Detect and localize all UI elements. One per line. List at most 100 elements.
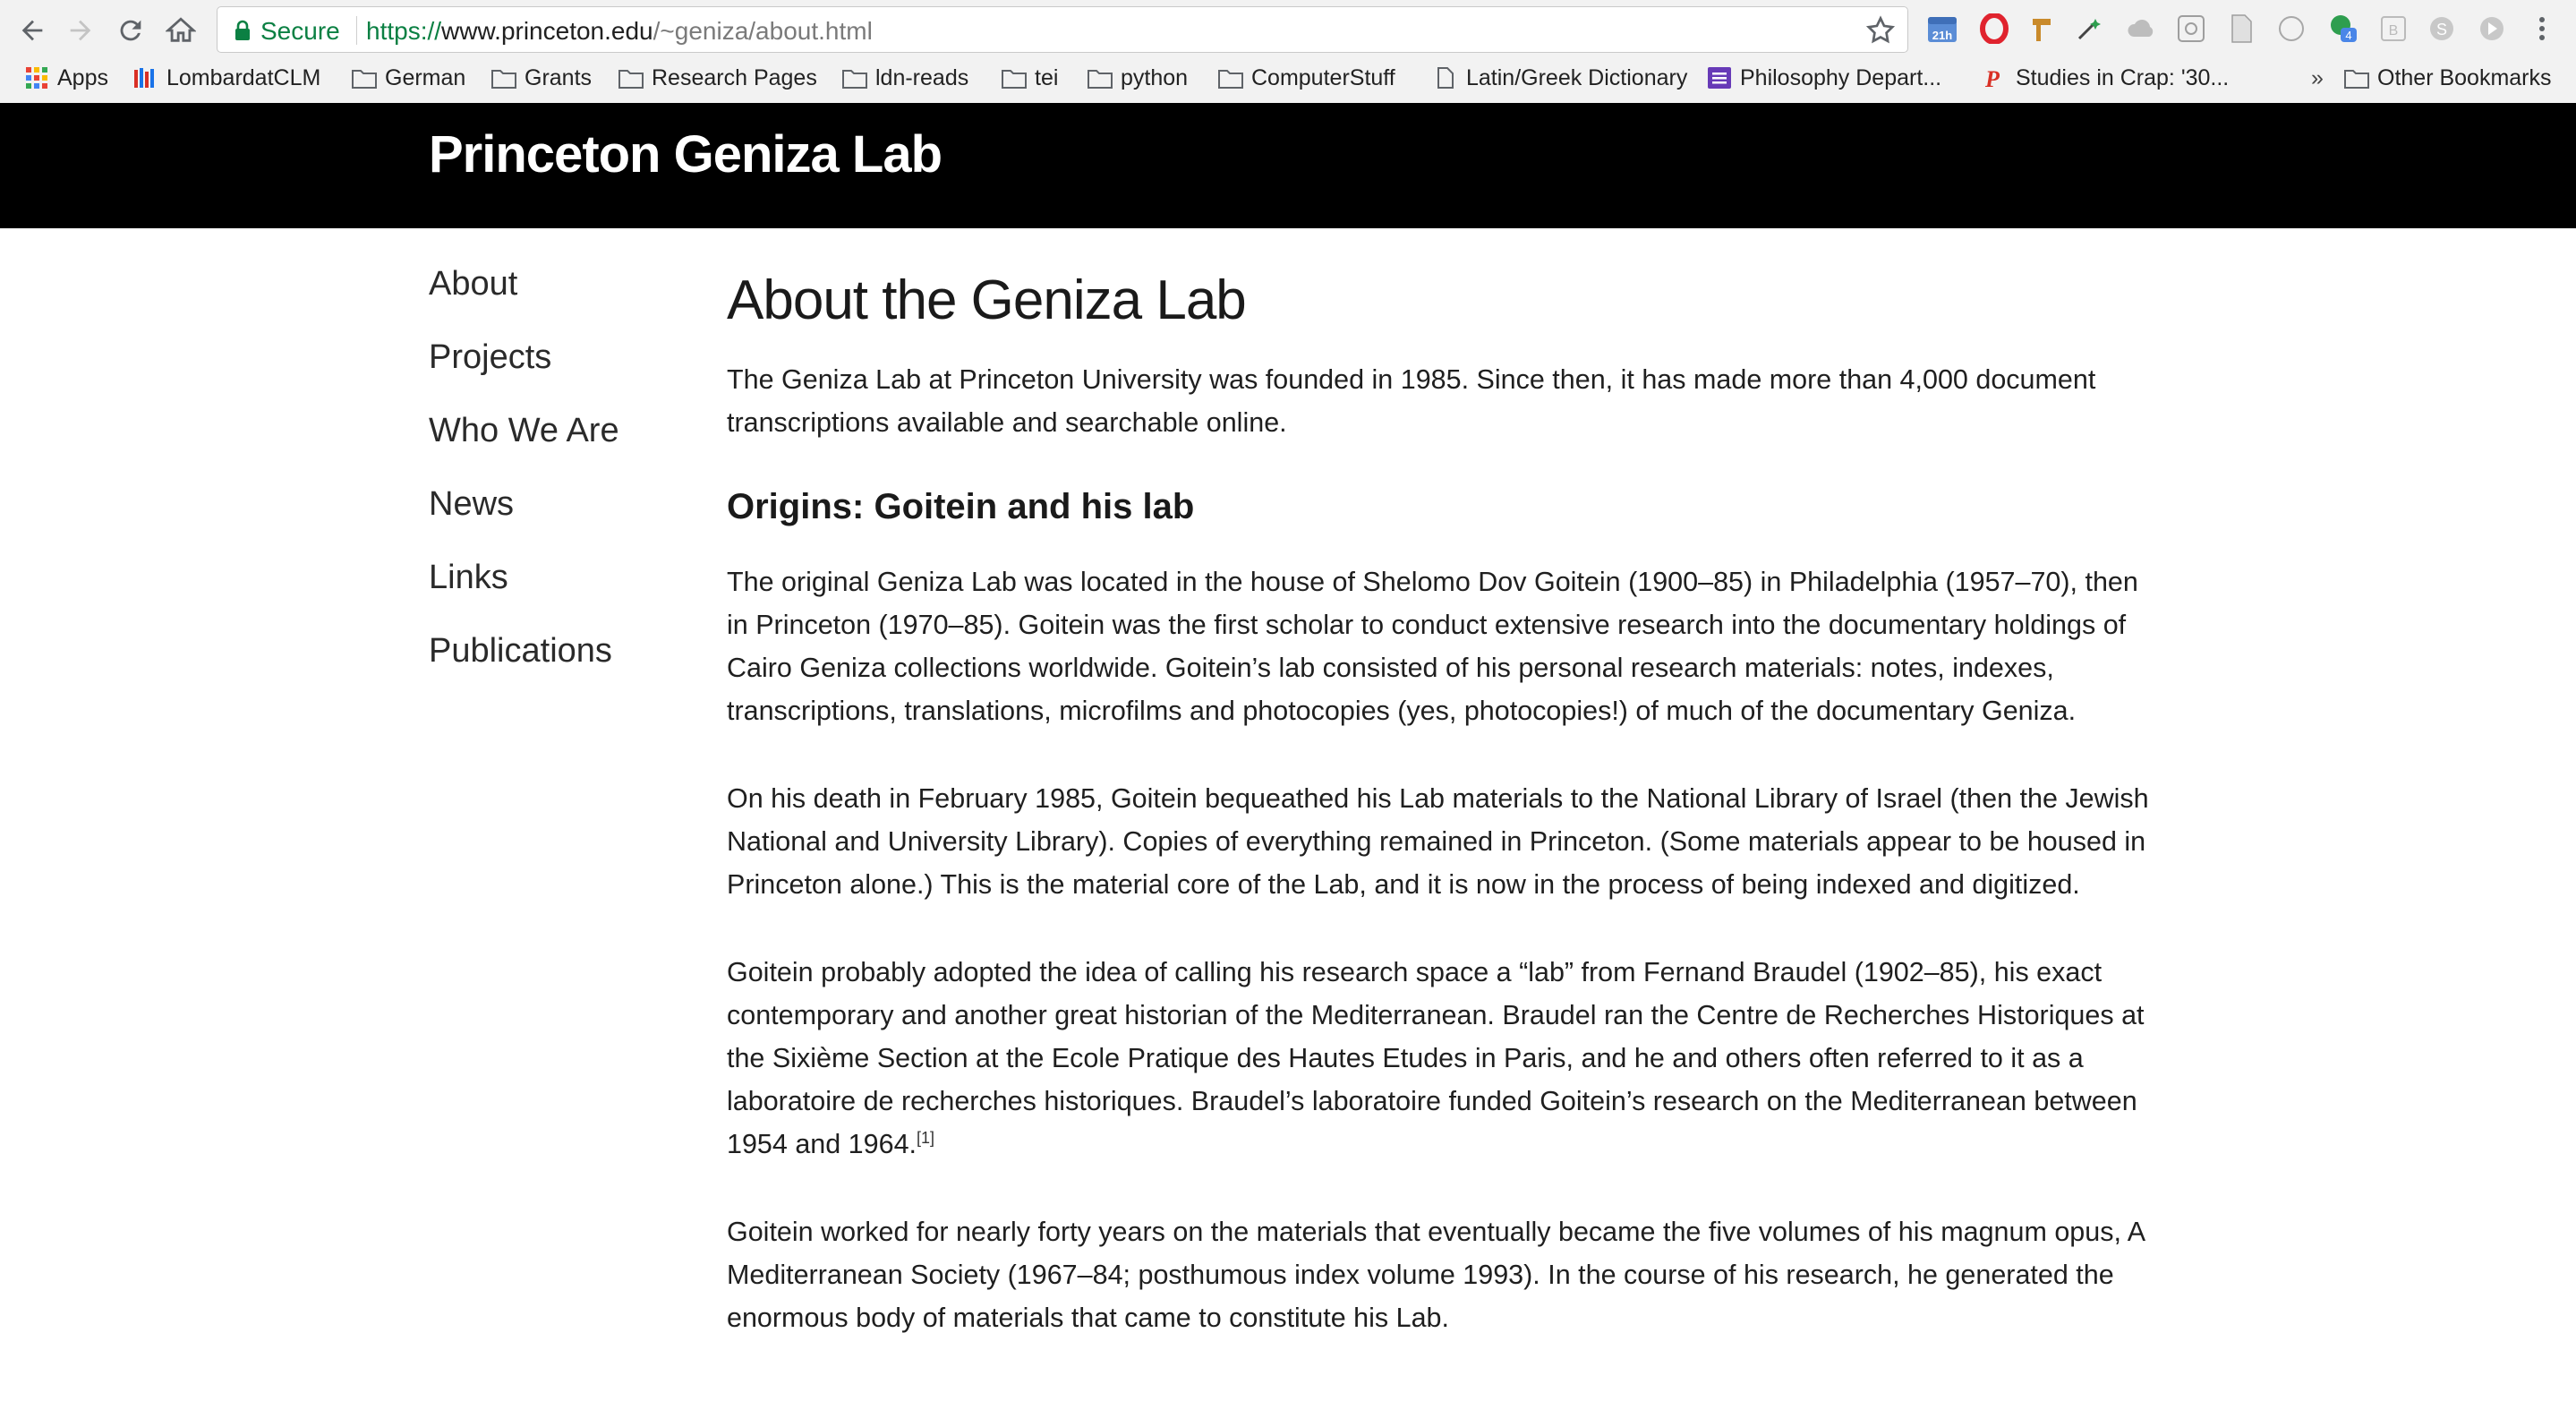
hammer-extension[interactable] xyxy=(2026,13,2059,45)
menu-button[interactable] xyxy=(2526,13,2558,45)
skype-extension[interactable]: S xyxy=(2426,13,2458,45)
library-icon xyxy=(134,68,154,88)
bookmark-latin-greek-dictionary[interactable]: Latin/Greek Dictionary xyxy=(1432,62,1687,94)
forward-button[interactable] xyxy=(61,11,100,50)
bookmark-label: ComputerStuff xyxy=(1251,64,1395,90)
bookmark-label: tei xyxy=(1035,64,1059,90)
p-logo-icon: P xyxy=(1984,66,2000,90)
bookmarks-bar: Apps LombardatCLM German Grants Research… xyxy=(0,59,2576,97)
reload-icon xyxy=(120,20,141,41)
sidebar-nav: About Projects Who We Are News Links Pub… xyxy=(429,258,697,698)
home-icon xyxy=(166,17,196,42)
bookmark-label: Other Bookmarks xyxy=(2377,64,2552,90)
svg-text:S: S xyxy=(2436,21,2447,38)
browser-chrome: Secure https://www.princeton.edu/~geniza… xyxy=(0,0,2576,104)
gear-icon xyxy=(2178,15,2205,42)
bookmark-label: Grants xyxy=(525,64,593,90)
url-host: www.princeton.edu xyxy=(441,17,653,45)
bookmark-label: LombardatCLM xyxy=(166,64,321,90)
url-scheme: https:// xyxy=(366,17,442,45)
bookmark-folder-computerstuff[interactable]: ComputerStuff xyxy=(1217,62,1395,94)
bookmark-folder-python[interactable]: python xyxy=(1087,62,1188,94)
section-title: Origins: Goitein and his lab xyxy=(727,487,1195,526)
intro-paragraph: The Geniza Lab at Princeton University w… xyxy=(727,364,2096,438)
bookmarks-overflow-button[interactable]: » xyxy=(2311,62,2324,94)
bookmark-lombardatclm[interactable]: LombardatCLM xyxy=(132,62,320,94)
home-button[interactable] xyxy=(161,11,200,50)
bookmark-label: Philosophy Depart... xyxy=(1740,64,1942,90)
url-text[interactable]: https://www.princeton.edu/~geniza/about.… xyxy=(366,17,873,46)
tools-extension[interactable] xyxy=(2075,13,2107,45)
bookmark-folder-german[interactable]: German xyxy=(351,62,465,94)
sidebar-item-projects[interactable]: Projects xyxy=(429,331,697,405)
bookmark-label: Apps xyxy=(57,64,108,90)
opera-extension[interactable] xyxy=(1978,13,2010,45)
bookmark-star-icon[interactable] xyxy=(1864,14,1897,47)
address-bar[interactable]: Secure https://www.princeton.edu/~geniza… xyxy=(217,6,1908,53)
sidebar-item-publications[interactable]: Publications xyxy=(429,625,697,698)
bookmark-studies-in-crap[interactable]: P Studies in Crap: '30... xyxy=(1982,62,2229,94)
bookmark-label: Studies in Crap: '30... xyxy=(2016,64,2230,90)
calendar-icon: 21h xyxy=(1928,17,1957,42)
folder-icon xyxy=(842,70,867,89)
list-icon xyxy=(1708,67,1731,89)
circle-icon xyxy=(2279,16,2304,41)
calendar-badge: 21h xyxy=(1932,29,1952,42)
svg-text:B: B xyxy=(2389,23,2399,38)
back-arrow-icon xyxy=(21,20,43,41)
bookmark-label: German xyxy=(385,64,466,90)
notification-count: 4 xyxy=(2345,29,2351,42)
cloud-extension[interactable] xyxy=(2125,13,2157,45)
body-paragraph-text: Goitein probably adopted the idea of cal… xyxy=(727,957,2145,1159)
bookmark-apps[interactable]: Apps xyxy=(23,62,108,94)
p-extension[interactable] xyxy=(2476,13,2508,45)
body-paragraph: On his death in February 1985, Goitein b… xyxy=(727,783,2149,900)
folder-icon xyxy=(1002,70,1027,89)
lock-icon xyxy=(235,20,250,40)
kebab-menu-icon xyxy=(2539,17,2545,40)
folder-icon xyxy=(1088,70,1113,89)
wand-icon xyxy=(2077,19,2101,40)
calendar-extension[interactable]: 21h xyxy=(1926,13,1958,45)
bookmark-folder-research-pages[interactable]: Research Pages xyxy=(618,62,817,94)
url-separator xyxy=(356,16,357,45)
footnote-link[interactable]: [1] xyxy=(917,1129,934,1147)
sidebar-item-who-we-are[interactable]: Who We Are xyxy=(429,405,697,478)
circle-extension[interactable] xyxy=(2275,13,2307,45)
settings-extension[interactable] xyxy=(2175,13,2207,45)
folder-icon xyxy=(491,70,516,89)
forward-arrow-icon xyxy=(70,20,91,41)
svg-text:P: P xyxy=(1984,66,2000,90)
sidebar-item-news[interactable]: News xyxy=(429,478,697,551)
site-header: Princeton Geniza Lab xyxy=(0,103,2576,228)
sidebar-item-about[interactable]: About xyxy=(429,258,697,331)
folder-icon xyxy=(618,70,644,89)
cloud-icon xyxy=(2128,20,2154,37)
folder-icon xyxy=(1218,70,1243,89)
page-icon xyxy=(1437,67,1454,89)
bookmark-philosophy-department[interactable]: Philosophy Depart... xyxy=(1706,62,1941,94)
body-paragraph: Goitein probably adopted the idea of cal… xyxy=(727,951,2159,1166)
bookmark-folder-tei[interactable]: tei xyxy=(1001,62,1058,94)
bookmark-other-bookmarks[interactable]: Other Bookmarks xyxy=(2343,62,2552,94)
main-content: About the Geniza Lab The Geniza Lab at P… xyxy=(727,265,2159,1339)
bookmark-label: python xyxy=(1121,64,1189,90)
url-path: /~geniza/about.html xyxy=(653,17,873,45)
site-title[interactable]: Princeton Geniza Lab xyxy=(429,124,943,184)
reload-button[interactable] xyxy=(111,11,150,50)
skype-icon: S xyxy=(2430,17,2453,40)
b-extension[interactable]: B xyxy=(2377,13,2410,45)
notification-extension[interactable]: 4 xyxy=(2327,13,2359,45)
bookmark-folder-grants[interactable]: Grants xyxy=(490,62,592,94)
page-title: About the Geniza Lab xyxy=(727,269,1247,331)
folder-icon xyxy=(2344,70,2369,89)
bookmark-label: ldn-reads xyxy=(875,64,969,90)
document-icon xyxy=(2231,14,2252,43)
bookmark-label: Research Pages xyxy=(652,64,817,90)
sidebar-item-links[interactable]: Links xyxy=(429,551,697,625)
play-icon xyxy=(2480,17,2503,40)
bookmark-folder-ldn-reads[interactable]: ldn-reads xyxy=(841,62,968,94)
b-icon: B xyxy=(2381,16,2406,41)
back-button[interactable] xyxy=(13,11,52,50)
document-extension[interactable] xyxy=(2225,13,2257,45)
